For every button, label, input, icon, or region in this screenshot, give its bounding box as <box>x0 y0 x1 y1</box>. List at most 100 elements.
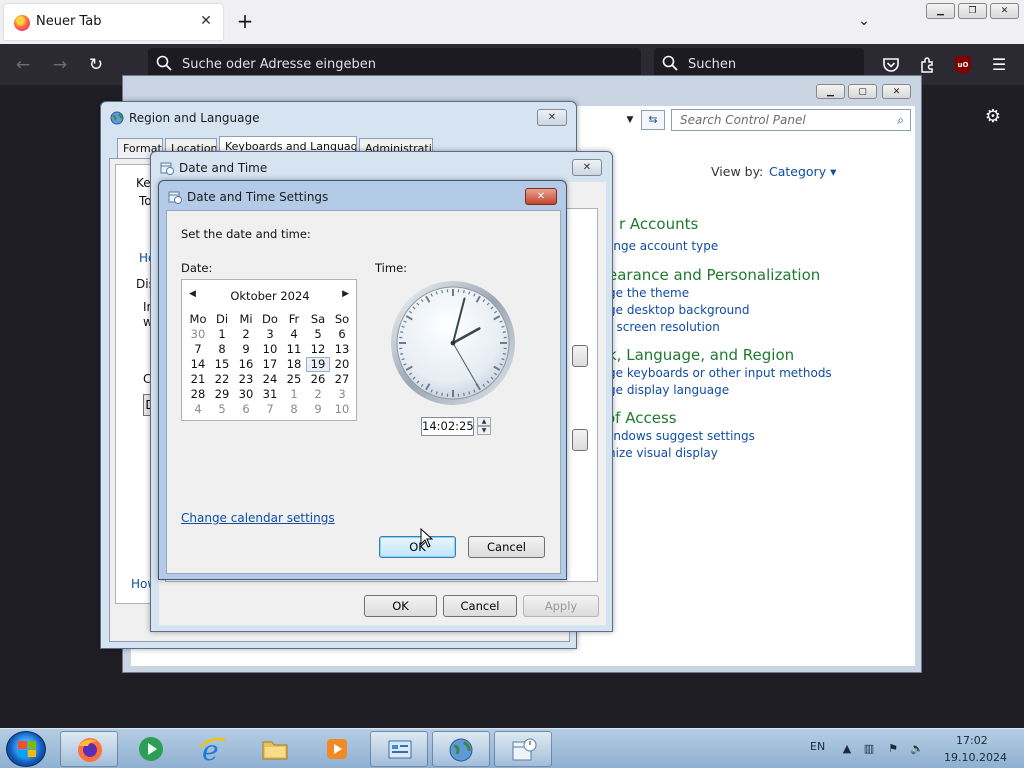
calendar-day-adjacent-month[interactable]: 30 <box>186 327 210 342</box>
calendar-day[interactable]: 1 <box>210 327 234 342</box>
calendar-day[interactable]: 9 <box>234 342 258 357</box>
menu-icon[interactable]: ☰ <box>988 54 1010 76</box>
link-screen-resolution[interactable]: t screen resolution <box>608 320 720 334</box>
calendar-day[interactable]: 15 <box>210 357 234 372</box>
gear-icon[interactable]: ⚙ <box>982 106 1004 128</box>
calendar-day[interactable]: 8 <box>210 342 234 357</box>
link-change-account-type[interactable]: ange account type <box>606 239 718 253</box>
taskbar-media-player[interactable] <box>308 731 366 767</box>
taskbar-media-center[interactable] <box>122 731 180 767</box>
clock-time[interactable]: 17:02 <box>956 734 988 747</box>
taskbar-internet-explorer[interactable]: e <box>184 731 242 767</box>
minimize-button[interactable]: ▁ <box>926 3 955 19</box>
calendar-day[interactable]: 2 <box>234 327 258 342</box>
link-desktop-background[interactable]: ge desktop background <box>608 303 749 317</box>
time-spinner[interactable]: ▲ ▼ <box>477 417 491 436</box>
link-change-keyboards[interactable]: ge keyboards or other input methods <box>608 366 832 380</box>
calendar-day[interactable]: 30 <box>234 387 258 402</box>
pocket-icon[interactable] <box>880 54 902 76</box>
calendar-day-adjacent-month[interactable]: 2 <box>306 387 330 402</box>
calendar-day[interactable]: 13 <box>330 342 354 357</box>
address-dropdown-icon[interactable]: ▼ <box>621 110 639 130</box>
clock-date[interactable]: 19.10.2024 <box>944 751 1007 764</box>
ublock-origin-icon[interactable]: uO <box>955 56 971 74</box>
calendar-day[interactable]: 24 <box>258 372 282 387</box>
spin-down-icon[interactable]: ▼ <box>477 426 491 435</box>
extensions-icon[interactable] <box>917 54 939 76</box>
spin-up-icon[interactable]: ▲ <box>477 417 491 426</box>
close-tab-icon[interactable]: ✕ <box>197 12 215 30</box>
cp-close-button[interactable]: ✕ <box>882 84 911 99</box>
back-arrow-icon[interactable]: ← <box>12 54 34 76</box>
address-input[interactable] <box>182 54 622 74</box>
calendar-day-adjacent-month[interactable]: 7 <box>258 402 282 417</box>
calendar-day[interactable]: 4 <box>282 327 306 342</box>
calendar-day-adjacent-month[interactable]: 6 <box>234 402 258 417</box>
time-input[interactable]: 14:02:25 <box>421 417 474 436</box>
volume-muted-icon[interactable]: 🔈 <box>910 742 924 756</box>
list-tabs-icon[interactable]: ⌄ <box>855 12 873 30</box>
forward-arrow-icon[interactable]: → <box>49 54 71 76</box>
calendar-day-adjacent-month[interactable]: 3 <box>330 387 354 402</box>
calendar-day-adjacent-month[interactable]: 5 <box>210 402 234 417</box>
close-window-button[interactable]: ✕ <box>990 3 1019 19</box>
calendar-day[interactable]: 31 <box>258 387 282 402</box>
ok-button[interactable]: OK <box>379 536 456 558</box>
next-month-icon[interactable]: ▶ <box>342 289 349 299</box>
calendar[interactable]: Oktober 2024 ◀ ▶ Mo Di Mi Do Fr Sa So 30 1 2 3 4 5 6 7… <box>181 279 357 421</box>
calendar-day[interactable]: 7 <box>186 342 210 357</box>
link-display-language[interactable]: ge display language <box>608 383 729 397</box>
cancel-button[interactable]: Cancel <box>468 536 545 558</box>
calendar-day[interactable]: 25 <box>282 372 306 387</box>
calendar-day[interactable]: 12 <box>306 342 330 357</box>
previous-month-icon[interactable]: ◀ <box>189 289 196 299</box>
calendar-day[interactable]: 11 <box>282 342 306 357</box>
link-change-theme[interactable]: ge the theme <box>608 286 689 300</box>
taskbar-explorer[interactable] <box>246 731 304 767</box>
calendar-day[interactable]: 16 <box>234 357 258 372</box>
change-calendar-settings-link[interactable]: Change calendar settings <box>181 511 335 525</box>
taskbar-firefox[interactable] <box>60 731 118 767</box>
calendar-day[interactable]: 14 <box>186 357 210 372</box>
calendar-day[interactable]: 6 <box>330 327 354 342</box>
language-indicator[interactable]: EN <box>810 740 825 753</box>
calendar-day-adjacent-month[interactable]: 8 <box>282 402 306 417</box>
calendar-day-adjacent-month[interactable]: 4 <box>186 402 210 417</box>
taskbar-region-language[interactable] <box>432 731 490 767</box>
taskbar-control-panel[interactable] <box>370 731 428 767</box>
link-suggest-settings[interactable]: indows suggest settings <box>610 429 755 443</box>
search-input[interactable] <box>688 54 848 74</box>
browser-tab[interactable]: Neuer Tab ✕ <box>4 4 223 40</box>
calendar-day[interactable]: 20 <box>330 357 354 372</box>
category-ease-of-access[interactable]: of Access <box>606 409 677 427</box>
network-icon[interactable]: ▥ <box>862 742 876 756</box>
link-optimize-visual-display[interactable]: nize visual display <box>608 446 718 460</box>
cp-maximize-button[interactable]: ▢ <box>848 84 877 99</box>
close-button[interactable]: ✕ <box>572 159 602 176</box>
calendar-day[interactable]: 21 <box>186 372 210 387</box>
search-control-panel-input[interactable]: Search Control Panel ⌕ <box>671 109 911 131</box>
calendar-day[interactable]: 28 <box>186 387 210 402</box>
close-button[interactable]: ✕ <box>537 109 567 126</box>
calendar-day-adjacent-month[interactable]: 10 <box>330 402 354 417</box>
calendar-day[interactable]: 27 <box>330 372 354 387</box>
cancel-button[interactable]: Cancel <box>443 595 517 617</box>
calendar-day-adjacent-month[interactable]: 9 <box>306 402 330 417</box>
view-by-dropdown[interactable]: Category ▾ <box>769 164 836 179</box>
calendar-day[interactable]: 26 <box>306 372 330 387</box>
change-date-button[interactable] <box>572 345 588 367</box>
taskbar-date-time[interactable] <box>494 731 552 767</box>
apply-button[interactable]: Apply <box>523 595 599 617</box>
calendar-day[interactable]: 23 <box>234 372 258 387</box>
calendar-day[interactable]: 29 <box>210 387 234 402</box>
calendar-day[interactable]: 5 <box>306 327 330 342</box>
change-timezone-button[interactable] <box>572 429 588 451</box>
show-hidden-icons-icon[interactable]: ▲ <box>840 742 854 756</box>
refresh-icon[interactable]: ⇆ <box>641 110 665 130</box>
category-appearance[interactable]: earance and Personalization <box>608 266 820 284</box>
calendar-day[interactable]: 10 <box>258 342 282 357</box>
calendar-day[interactable]: 17 <box>258 357 282 372</box>
action-center-flag-icon[interactable]: ⚑ <box>886 742 900 756</box>
calendar-day-selected[interactable]: 19 <box>306 357 330 372</box>
calendar-month-title[interactable]: Oktober 2024 <box>182 289 358 303</box>
